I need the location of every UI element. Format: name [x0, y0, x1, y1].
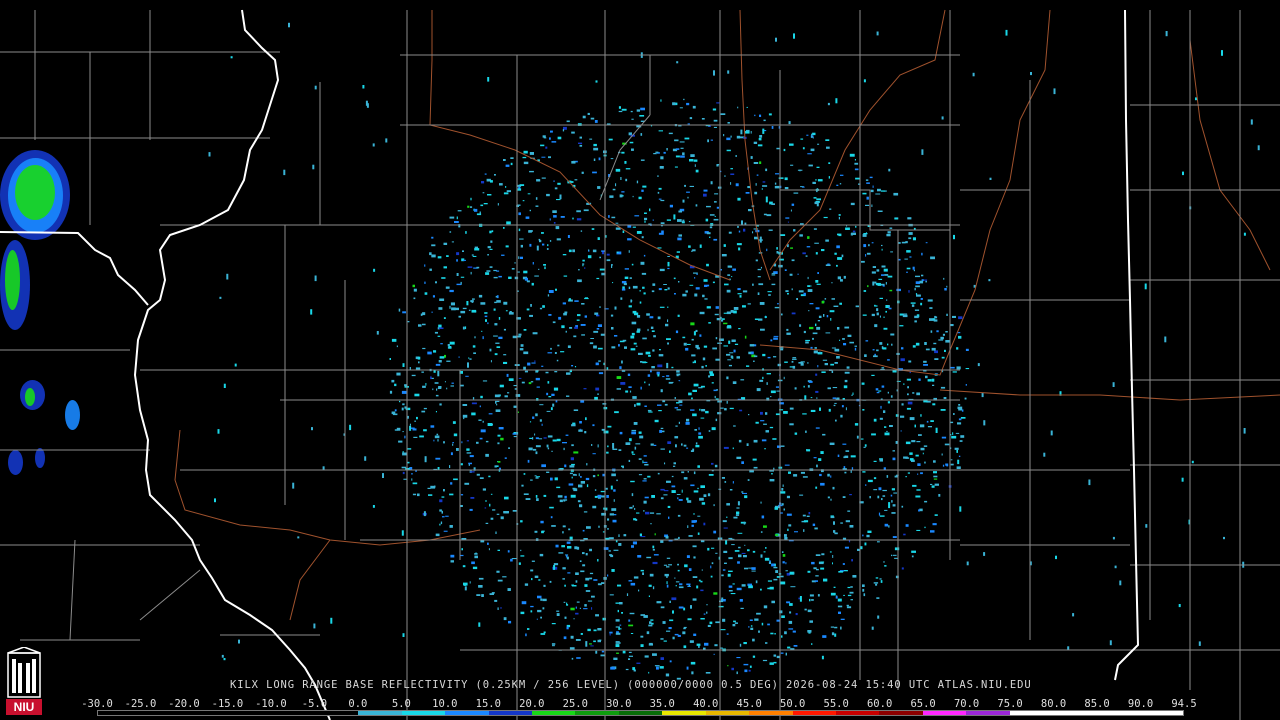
- color-bar-segment: [184, 711, 229, 715]
- scale-label: 85.0: [1084, 698, 1110, 710]
- color-bar-segment: [532, 711, 576, 715]
- reflectivity-scale-labels: -30.0 -25.0 -20.0 -15.0 -10.0 -5.0 0.0 5.0 10.0 1…: [81, 698, 1197, 710]
- scale-label: -30.0: [81, 698, 113, 710]
- color-bar-segment: [792, 711, 836, 715]
- color-bar-segment: [879, 711, 923, 715]
- scale-label: 15.0: [475, 698, 501, 710]
- scale-label: 0.0: [348, 698, 368, 710]
- scale-label: 75.0: [997, 698, 1023, 710]
- color-bar-segment: [271, 711, 316, 715]
- color-bar-segment: [315, 711, 359, 715]
- color-bar-segment: [749, 711, 793, 715]
- scale-label: 80.0: [1040, 698, 1067, 710]
- scale-label: 45.0: [736, 698, 762, 710]
- color-bar-segment: [1139, 711, 1184, 715]
- scale-label: -10.0: [255, 698, 287, 710]
- color-bar-segment: [618, 711, 663, 715]
- scale-label: 55.0: [823, 698, 849, 710]
- reflectivity-color-bar: [97, 710, 1184, 716]
- color-bar-segment: [98, 711, 142, 715]
- scale-label: 10.0: [432, 698, 458, 710]
- color-bar-segment: [1052, 711, 1097, 715]
- color-bar-segment: [141, 711, 185, 715]
- radar-map: [0, 0, 1280, 720]
- color-bar-segment: [1009, 711, 1053, 715]
- scale-label: 50.0: [780, 698, 806, 710]
- scale-label: 90.0: [1127, 698, 1154, 710]
- product-title: KILX LONG RANGE BASE REFLECTIVITY (0.25K…: [230, 679, 1032, 691]
- scale-label: 20.0: [519, 698, 545, 710]
- color-bar-segment: [575, 711, 619, 715]
- map-background: [0, 0, 1280, 720]
- niu-logo: NIU: [6, 647, 42, 715]
- scale-label: 65.0: [910, 698, 936, 710]
- color-bar-segment: [662, 711, 706, 715]
- color-bar-segment: [445, 711, 489, 715]
- color-bar-segment: [488, 711, 533, 715]
- scale-label: 25.0: [562, 698, 588, 710]
- color-bar-segment: [228, 711, 272, 715]
- scale-label: 30.0: [606, 698, 632, 710]
- color-bar-segment: [922, 711, 967, 715]
- color-bar-segment: [1096, 711, 1140, 715]
- scale-label: -20.0: [168, 698, 200, 710]
- scale-label: 60.0: [866, 698, 893, 710]
- color-bar-segment: [835, 711, 880, 715]
- scale-label: -5.0: [301, 698, 328, 710]
- color-bar-segment: [401, 711, 446, 715]
- niu-logo-text: NIU: [14, 700, 35, 714]
- scale-label: -15.0: [211, 698, 244, 710]
- color-bar-segment: [966, 711, 1010, 715]
- scale-label: 70.0: [953, 698, 980, 710]
- color-bar-segment: [358, 711, 402, 715]
- radar-site-marker: [671, 381, 685, 395]
- scale-label: 5.0: [391, 698, 411, 710]
- scale-label: 94.5: [1171, 698, 1197, 710]
- scale-label: 35.0: [649, 698, 675, 710]
- scale-label: -25.0: [124, 698, 157, 710]
- scale-label: 40.0: [693, 698, 719, 710]
- color-bar-segment: [705, 711, 750, 715]
